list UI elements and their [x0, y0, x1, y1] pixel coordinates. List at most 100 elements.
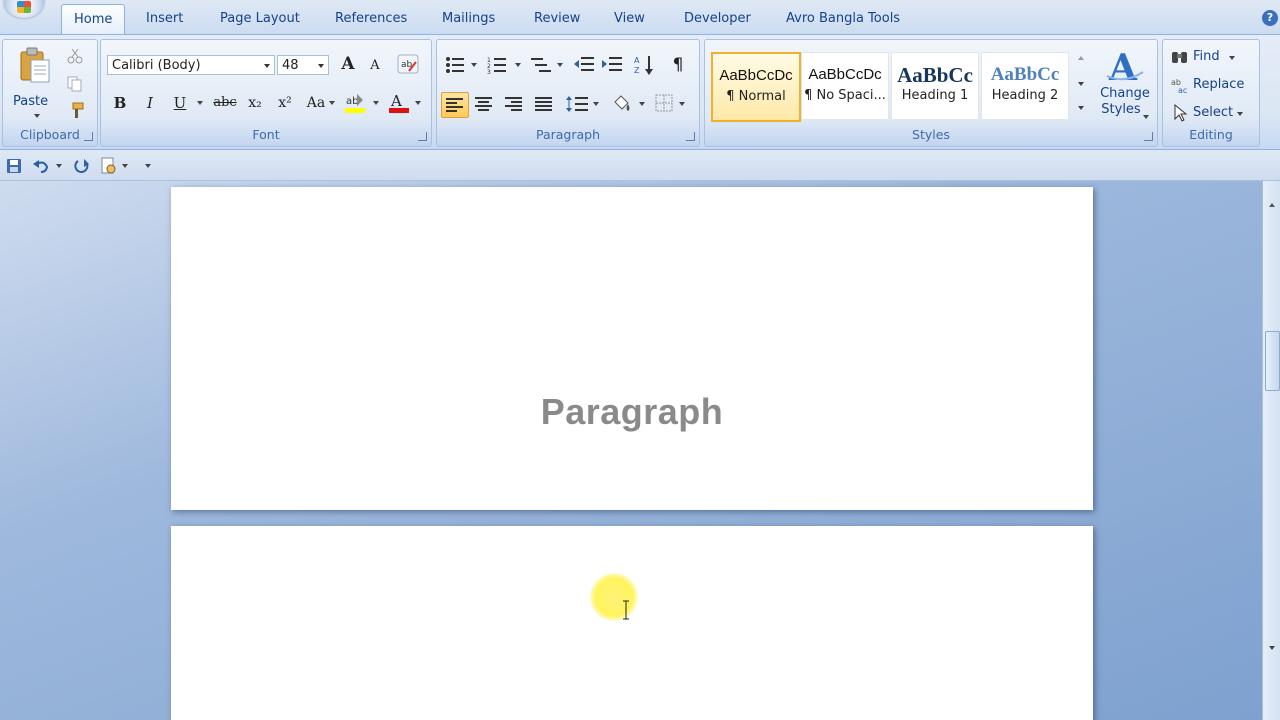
tab-view[interactable]: View [614, 8, 645, 30]
clear-formatting-icon[interactable]: ab [397, 53, 419, 75]
style-sample: AaBbCcDc [808, 66, 882, 83]
line-spacing-button[interactable] [565, 92, 599, 116]
scroll-up-icon[interactable] [1269, 203, 1275, 207]
font-color-dropdown-icon[interactable] [415, 101, 421, 105]
clipboard-group-label: Clipboard [20, 127, 80, 142]
font-size-value: 48 [282, 58, 299, 73]
scrollbar-thumb[interactable] [1265, 331, 1280, 391]
select-cursor-icon [1174, 104, 1188, 122]
scroll-down-icon[interactable] [1269, 646, 1275, 650]
ribbon-tab-bar: Home Insert Page Layout References Maili… [0, 0, 1280, 38]
highlight-color-icon[interactable]: ab [343, 92, 369, 114]
find-button[interactable]: Find [1169, 46, 1255, 68]
print-preview-icon[interactable] [100, 157, 118, 175]
editing-group: Find ab ac Replace Select Editing [1162, 39, 1260, 147]
borders-button[interactable] [653, 92, 687, 116]
format-painter-icon[interactable] [67, 102, 85, 120]
styles-launcher-icon[interactable] [1144, 132, 1153, 141]
paragraph-group-label: Paragraph [535, 127, 601, 142]
line-spacing-dropdown-icon [593, 102, 599, 106]
style-sample: AaBbCcDc [719, 67, 793, 84]
font-color-icon[interactable]: A [387, 92, 411, 114]
document-workspace[interactable]: Paragraph [0, 181, 1262, 720]
style-heading-2[interactable]: AaBbCc Heading 2 [981, 52, 1069, 120]
svg-text:ac: ac [1178, 86, 1187, 94]
font-family-value: Calibri (Body) [112, 58, 201, 73]
shading-icon [614, 95, 630, 111]
clipboard-launcher-icon[interactable] [84, 132, 93, 141]
customize-qat-icon[interactable] [145, 164, 151, 168]
align-center-icon[interactable] [475, 96, 493, 112]
change-styles-button[interactable]: A Change Styles [1095, 42, 1155, 122]
font-group: Calibri (Body) 48 A A ab B I U abc x₂ x²… [100, 39, 432, 147]
align-left-icon [446, 98, 463, 112]
decrease-indent-icon[interactable] [573, 55, 595, 75]
tab-review[interactable]: Review [534, 8, 580, 30]
font-family-select[interactable]: Calibri (Body) [107, 55, 275, 75]
vertical-scrollbar[interactable] [1262, 181, 1280, 720]
undo-dropdown-icon[interactable] [56, 164, 62, 168]
justify-icon[interactable] [535, 96, 553, 112]
tab-home[interactable]: Home [61, 4, 126, 35]
more-styles-icon[interactable] [1078, 106, 1084, 110]
multilevel-dropdown-icon [557, 63, 563, 67]
style-no-spacing[interactable]: AaBbCcDc ¶ No Spaci... [801, 52, 889, 120]
document-page-1[interactable]: Paragraph [171, 187, 1093, 510]
tab-developer[interactable]: Developer [684, 8, 751, 30]
shading-button[interactable] [611, 92, 645, 116]
tab-mailings[interactable]: Mailings [442, 8, 495, 30]
line-spacing-icon [566, 96, 588, 112]
style-heading-1[interactable]: AaBbCc Heading 1 [891, 52, 979, 120]
tab-page-layout[interactable]: Page Layout [220, 8, 300, 30]
chevron-up-icon[interactable] [1078, 56, 1084, 60]
replace-button[interactable]: ab ac Replace [1169, 74, 1255, 96]
font-size-select[interactable]: 48 [277, 55, 329, 75]
align-left-button[interactable] [441, 92, 469, 118]
underline-dropdown-icon[interactable] [197, 101, 203, 105]
increase-indent-icon[interactable] [601, 55, 623, 75]
font-launcher-icon[interactable] [418, 132, 427, 141]
style-normal[interactable]: AaBbCcDc ¶ Normal [711, 52, 801, 122]
grow-font-button[interactable]: A [337, 53, 359, 75]
align-right-icon[interactable] [505, 96, 523, 112]
underline-button[interactable]: U [169, 92, 191, 114]
bold-button[interactable]: B [109, 92, 131, 114]
cut-icon[interactable] [67, 48, 83, 64]
shrink-font-button[interactable]: A [365, 55, 385, 77]
document-page-2[interactable] [171, 526, 1093, 720]
bullets-button[interactable] [445, 54, 477, 76]
change-case-button[interactable]: Aa [303, 92, 329, 114]
print-preview-dropdown-icon[interactable] [122, 164, 128, 168]
tab-references[interactable]: References [335, 8, 407, 30]
svg-text:3: 3 [487, 69, 491, 74]
help-icon[interactable]: ? [1262, 10, 1278, 26]
multilevel-list-button[interactable] [529, 54, 563, 76]
show-formatting-marks-button[interactable]: ¶ [667, 54, 689, 76]
undo-icon[interactable] [32, 158, 50, 174]
paragraph-launcher-icon[interactable] [686, 132, 695, 141]
tab-insert[interactable]: Insert [146, 8, 183, 30]
change-styles-icon: A [1106, 47, 1144, 86]
highlight-dropdown-icon[interactable] [373, 101, 379, 105]
bullets-icon [446, 57, 464, 73]
numbering-button[interactable]: 123 [487, 54, 521, 76]
save-icon[interactable] [6, 158, 22, 174]
numbering-dropdown-icon [515, 63, 521, 67]
office-button[interactable] [4, 0, 44, 18]
paste-button[interactable]: Paste [9, 44, 61, 118]
subscript-button[interactable]: x₂ [243, 92, 267, 114]
italic-button[interactable]: I [139, 92, 161, 114]
change-case-dropdown-icon[interactable] [329, 101, 335, 105]
numbering-icon: 123 [487, 57, 506, 74]
sort-icon[interactable]: A Z [633, 54, 657, 76]
superscript-button[interactable]: x² [273, 92, 297, 114]
tab-avro-bangla-tools[interactable]: Avro Bangla Tools [786, 8, 900, 30]
svg-text:A: A [634, 56, 640, 65]
strikethrough-button[interactable]: abc [211, 92, 239, 114]
select-button[interactable]: Select [1169, 102, 1255, 124]
ribbon: Paste Clipboard Calibri (Body) 48 A A ab [0, 34, 1280, 150]
redo-icon[interactable] [74, 158, 90, 174]
chevron-down-icon[interactable] [1078, 82, 1084, 86]
copy-icon[interactable] [67, 76, 83, 92]
document-heading[interactable]: Paragraph [171, 391, 1093, 433]
